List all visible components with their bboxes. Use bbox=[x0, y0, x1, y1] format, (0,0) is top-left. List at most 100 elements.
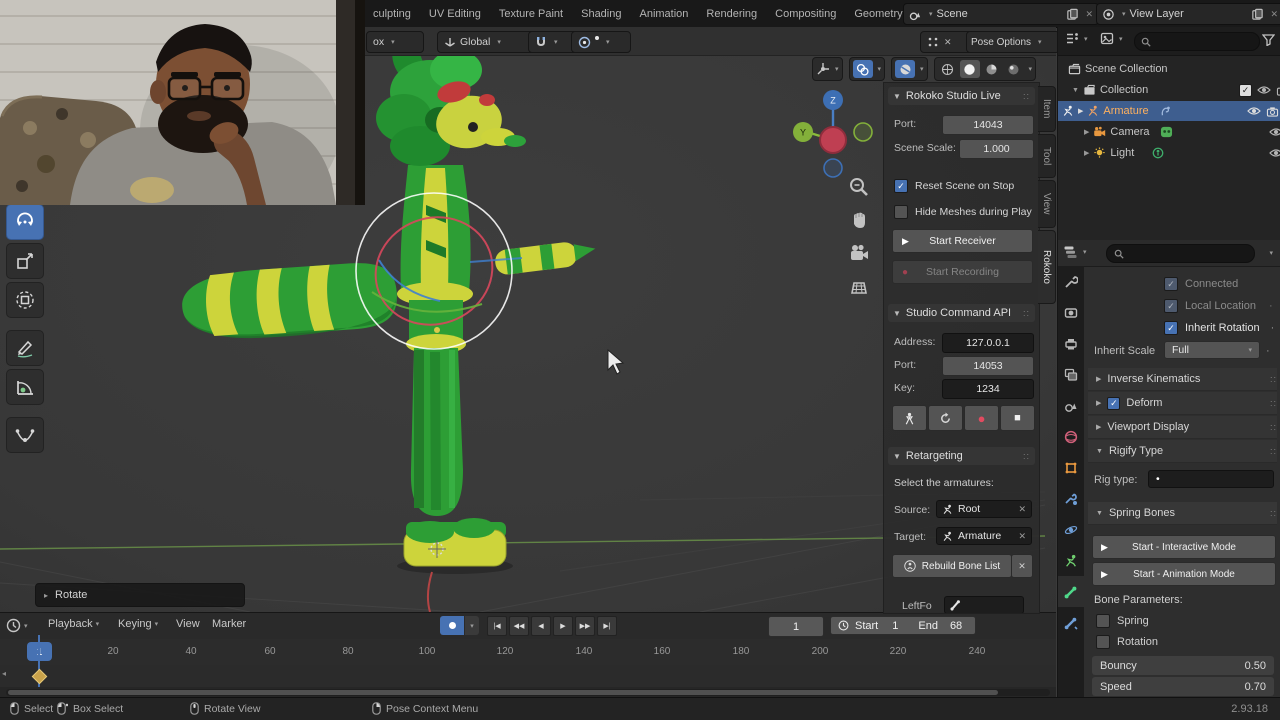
checkbox-checked-icon[interactable]: ✓ bbox=[1164, 321, 1178, 335]
scene-scale-field[interactable]: 1.000 bbox=[959, 139, 1034, 159]
tool-transform[interactable] bbox=[6, 282, 44, 318]
section-viewport-display[interactable]: ▶ Viewport Display:: bbox=[1088, 416, 1277, 439]
sidebar-tab-view[interactable]: View bbox=[1038, 180, 1056, 228]
tab-render[interactable] bbox=[1058, 297, 1084, 328]
operator-panel-rotate[interactable]: ▸ Rotate bbox=[35, 583, 245, 607]
filter-type-dropdown[interactable]: ▾ bbox=[1100, 32, 1123, 45]
address-field[interactable]: 127.0.0.1 bbox=[942, 333, 1034, 353]
next-keyframe-button[interactable]: ▶▶ bbox=[575, 616, 595, 636]
close-icon[interactable]: ✕ bbox=[944, 37, 952, 48]
exclude-checkbox-icon[interactable]: ✓ bbox=[1239, 83, 1252, 97]
stop-button[interactable]: ■ bbox=[1000, 405, 1035, 431]
workspace-tab-animation[interactable]: Animation bbox=[630, 4, 697, 24]
outliner-search-input[interactable] bbox=[1134, 32, 1260, 51]
checkbox-unchecked-icon[interactable] bbox=[1096, 635, 1110, 649]
bone-mapping-field[interactable] bbox=[944, 596, 1024, 613]
section-rigify-type[interactable]: ▼ Rigify Type:: bbox=[1088, 440, 1277, 463]
eye-icon[interactable] bbox=[1269, 148, 1280, 158]
camera-view-icon[interactable] bbox=[848, 242, 870, 264]
workspace-tab-uv-editing[interactable]: UV Editing bbox=[420, 4, 490, 24]
record-button[interactable]: ● bbox=[964, 405, 999, 431]
xray-toggle-icon[interactable] bbox=[895, 60, 916, 78]
tab-object[interactable] bbox=[1058, 452, 1084, 483]
inherit-rotation-row[interactable]: ✓ Inherit Rotation · bbox=[1164, 321, 1274, 335]
spring-start-interactive-button[interactable]: ▶ Start - Interactive Mode bbox=[1092, 535, 1276, 559]
perspective-grid-icon[interactable] bbox=[848, 275, 870, 297]
eye-icon[interactable] bbox=[1247, 106, 1261, 116]
port-field[interactable]: 14043 bbox=[942, 115, 1034, 135]
outliner-row-collection[interactable]: ▼ Collection ✓ bbox=[1058, 80, 1280, 100]
tab-modifiers[interactable] bbox=[1058, 483, 1084, 514]
calibrate-button[interactable] bbox=[892, 405, 927, 431]
eye-icon[interactable] bbox=[1269, 127, 1280, 137]
outliner-row-scene-collection[interactable]: Scene Collection bbox=[1058, 59, 1280, 79]
workspace-tab-compositing[interactable]: Compositing bbox=[766, 4, 845, 24]
tab-world[interactable] bbox=[1058, 421, 1084, 452]
restart-button[interactable] bbox=[928, 405, 963, 431]
display-mode-dropdown[interactable]: ▾ bbox=[1065, 32, 1088, 45]
tab-physics[interactable] bbox=[1058, 514, 1084, 545]
current-frame-field[interactable]: 1 bbox=[768, 616, 824, 637]
gizmo-visibility-dropdown[interactable]: ▾ bbox=[812, 57, 843, 81]
checkbox-unchecked-icon[interactable] bbox=[1096, 614, 1110, 628]
close-icon[interactable]: ✕ bbox=[1085, 9, 1093, 20]
tool-measure[interactable] bbox=[6, 369, 44, 405]
tool-breakdowner[interactable] bbox=[6, 417, 44, 453]
proportional-editing-button[interactable]: ▾ bbox=[571, 31, 631, 53]
drag-grip-icon[interactable]: :: bbox=[1023, 91, 1030, 101]
reset-scene-checkbox-row[interactable]: ✓ Reset Scene on Stop bbox=[894, 179, 1014, 193]
menu-marker[interactable]: Marker bbox=[212, 618, 246, 630]
spring-start-animation-button[interactable]: ▶ Start - Animation Mode bbox=[1092, 562, 1276, 586]
rebuild-bone-list-button[interactable]: Rebuild Bone List bbox=[892, 554, 1012, 578]
tab-output[interactable] bbox=[1058, 328, 1084, 359]
timeline-editor-type-button[interactable]: ▾ bbox=[6, 618, 28, 633]
section-retargeting[interactable]: ▼ Retargeting :: bbox=[888, 447, 1035, 465]
key-field[interactable]: 1234 bbox=[942, 379, 1034, 399]
menu-playback[interactable]: Playback ▾ bbox=[48, 618, 99, 630]
timeline-scrollbar[interactable] bbox=[8, 690, 998, 695]
tool-scale[interactable] bbox=[6, 243, 44, 279]
tab-scene[interactable] bbox=[1058, 390, 1084, 421]
section-deform[interactable]: ▶ ✓ Deform:: bbox=[1088, 392, 1277, 415]
timeline-track[interactable] bbox=[0, 665, 1056, 687]
filter-funnel-icon[interactable] bbox=[1262, 34, 1275, 46]
mode-dropdown-partial[interactable]: ox ▾ bbox=[366, 31, 424, 53]
xray-dropdown[interactable]: ▾ bbox=[891, 57, 928, 81]
outliner-row-armature[interactable]: ▶ Armature bbox=[1058, 101, 1280, 121]
checkbox-disabled-icon[interactable]: ✓ bbox=[1164, 299, 1178, 313]
speed-slider[interactable]: Speed 0.70 bbox=[1092, 677, 1274, 696]
shading-rendered-icon[interactable] bbox=[1004, 60, 1024, 78]
timeline-ruler[interactable]: 20 40 60 80 100 120 140 160 180 200 220 … bbox=[0, 639, 1056, 666]
drag-grip-icon[interactable]: :: bbox=[1023, 308, 1030, 318]
start-recording-button[interactable]: ● Start Recording bbox=[892, 260, 1033, 284]
panel-expand-arrow[interactable]: ◂ bbox=[2, 669, 6, 678]
auto-keying-dropdown[interactable]: ▾ bbox=[465, 616, 479, 635]
sidebar-tab-rokoko[interactable]: Rokoko bbox=[1038, 230, 1056, 304]
section-inverse-kinematics[interactable]: ▶ Inverse Kinematics:: bbox=[1088, 368, 1277, 391]
render-camera-icon[interactable] bbox=[1276, 85, 1280, 96]
checkbox-checked-icon[interactable]: ✓ bbox=[894, 179, 908, 193]
workspace-tab-sculpting[interactable]: culpting bbox=[364, 4, 420, 24]
close-icon[interactable]: ✕ bbox=[1270, 9, 1278, 20]
rebuild-clear-button[interactable]: ✕ bbox=[1011, 554, 1033, 578]
sidebar-tab-item[interactable]: Item bbox=[1038, 86, 1056, 132]
pan-view-icon[interactable] bbox=[848, 209, 870, 231]
shading-material-icon[interactable] bbox=[982, 60, 1002, 78]
expand-arrow-icon[interactable]: ▶ bbox=[1084, 128, 1089, 136]
section-rokoko-studio-live[interactable]: ▼ Rokoko Studio Live :: bbox=[888, 87, 1035, 105]
menu-view[interactable]: View bbox=[176, 618, 200, 630]
section-studio-command-api[interactable]: ▼ Studio Command API :: bbox=[888, 304, 1035, 322]
frame-range-group[interactable]: Start 1 End 68 bbox=[830, 616, 976, 635]
workspace-tab-rendering[interactable]: Rendering bbox=[697, 4, 766, 24]
play-button[interactable]: ▶ bbox=[553, 616, 573, 636]
tab-bone[interactable] bbox=[1058, 576, 1084, 607]
clear-icon[interactable]: ✕ bbox=[1018, 531, 1026, 542]
play-reverse-button[interactable]: ◀ bbox=[531, 616, 551, 636]
view-layer-selector[interactable]: ▾ View Layer ✕ bbox=[1096, 3, 1280, 25]
local-location-row[interactable]: ✓ Local Location · bbox=[1164, 299, 1273, 313]
workspace-tab-shading[interactable]: Shading bbox=[572, 4, 630, 24]
shading-solid-icon[interactable] bbox=[959, 60, 980, 78]
section-spring-bones[interactable]: ▼ Spring Bones:: bbox=[1088, 502, 1277, 525]
clear-icon[interactable]: ✕ bbox=[1018, 504, 1026, 515]
tab-tool[interactable] bbox=[1058, 266, 1084, 297]
